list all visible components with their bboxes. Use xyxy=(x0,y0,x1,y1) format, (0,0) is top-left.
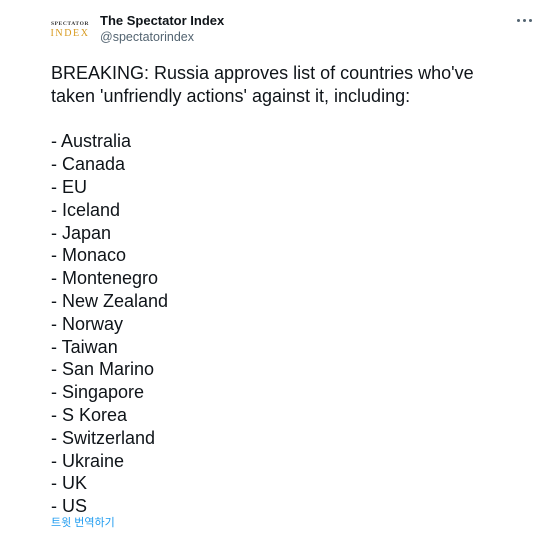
country-item: - Canada xyxy=(51,154,126,175)
display-name[interactable]: The Spectator Index xyxy=(100,12,224,29)
country-item: - New Zealand xyxy=(51,290,169,311)
user-info[interactable]: The Spectator Index @spectatorindex xyxy=(100,12,224,46)
country-item: - UK xyxy=(51,473,87,494)
country-item: - Ukraine xyxy=(51,450,125,471)
avatar-logo-top: SPECTATOR xyxy=(50,21,90,27)
country-item: - Taiwan xyxy=(51,336,118,357)
tweet-intro-line-2: taken 'unfriendly actions' against it, i… xyxy=(51,85,411,106)
country-item: - San Marino xyxy=(51,359,155,380)
avatar[interactable]: SPECTATOR INDEX xyxy=(48,14,92,46)
country-item: - Australia xyxy=(51,131,132,152)
country-list: - Australia - Canada - EU - Iceland - Ja… xyxy=(51,130,531,518)
avatar-logo-bottom: INDEX xyxy=(50,28,90,39)
more-options-button[interactable] xyxy=(512,10,536,30)
country-item: - Singapore xyxy=(51,382,145,403)
more-horizontal-icon xyxy=(515,18,533,22)
country-item: - S Korea xyxy=(51,404,128,425)
country-item: - US xyxy=(51,496,87,517)
user-handle[interactable]: @spectatorindex xyxy=(100,29,224,46)
country-item: - Norway xyxy=(51,313,124,334)
tweet-intro-line-1: BREAKING: Russia approves list of countr… xyxy=(51,63,474,83)
translate-tweet-link[interactable]: 트윗 번역하기 xyxy=(51,516,115,530)
country-item: - Japan xyxy=(51,222,112,243)
country-item: - Switzerland xyxy=(51,427,156,448)
country-item: - Montenegro xyxy=(51,268,159,289)
country-item: - Monaco xyxy=(51,245,127,266)
tweet-intro: BREAKING: Russia approves list of countr… xyxy=(51,62,531,108)
tweet-text: BREAKING: Russia approves list of countr… xyxy=(51,62,531,518)
country-item: - EU xyxy=(51,176,87,197)
tweet: SPECTATOR INDEX The Spectator Index @spe… xyxy=(0,0,556,542)
country-item: - Iceland xyxy=(51,199,121,220)
tweet-header: SPECTATOR INDEX The Spectator Index @spe… xyxy=(48,10,536,50)
